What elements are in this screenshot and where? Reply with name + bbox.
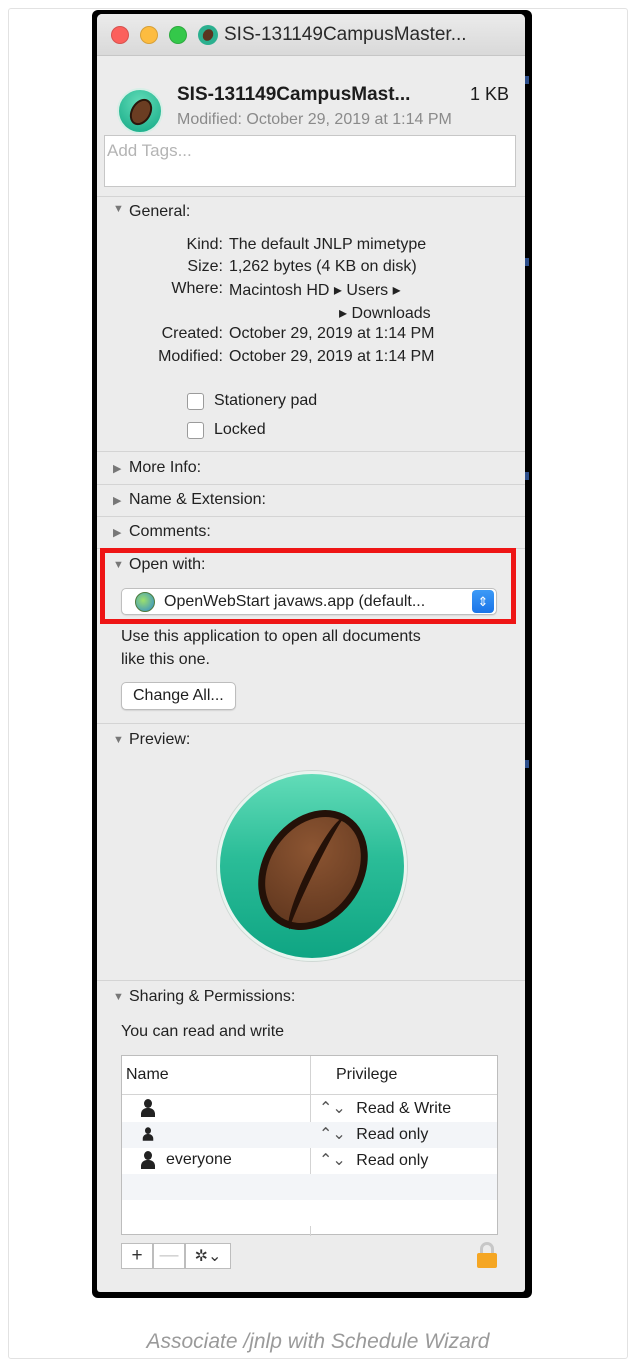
everyone-group-icon bbox=[138, 1150, 158, 1170]
privilege-value: Read & Write bbox=[356, 1100, 452, 1117]
modified-value: October 29, 2019 at 1:14 PM bbox=[229, 348, 435, 365]
section-comments-label: Comments: bbox=[129, 523, 211, 540]
disclosure-closed-icon: ▶ bbox=[113, 462, 122, 475]
where-value: Macintosh HD ▸ Users ▸ bbox=[229, 282, 401, 299]
get-info-window: SIS-131149CampusMaster... SIS-131149Camp… bbox=[97, 14, 525, 1292]
stationery-pad-checkbox[interactable] bbox=[187, 392, 204, 410]
divider bbox=[97, 196, 525, 197]
section-general[interactable]: ▼ bbox=[113, 203, 129, 215]
locked-option[interactable]: Locked bbox=[187, 421, 266, 439]
window-title: SIS-131149CampusMaster... bbox=[224, 23, 467, 45]
privilege-cell[interactable]: ⌃⌄ Read only bbox=[319, 1124, 428, 1144]
table-row[interactable]: ⌃⌄ Read only bbox=[122, 1122, 497, 1148]
size-label: Size: bbox=[187, 258, 223, 275]
coffee-bean-icon bbox=[125, 94, 157, 130]
divider bbox=[97, 980, 525, 981]
section-general-heading: General: bbox=[129, 203, 191, 220]
sharing-status: You can read and write bbox=[121, 1023, 285, 1040]
table-row-empty bbox=[122, 1200, 497, 1226]
section-name-extension-label: Name & Extension: bbox=[129, 491, 266, 508]
modified-date: Modified: October 29, 2019 at 1:14 PM bbox=[177, 111, 452, 128]
section-more-info[interactable]: ▶ More Info: bbox=[113, 459, 201, 477]
section-name-extension[interactable]: ▶ Name & Extension: bbox=[113, 491, 266, 509]
table-row-empty bbox=[122, 1174, 497, 1200]
privilege-cell[interactable]: ⌃⌄ Read & Write bbox=[319, 1098, 451, 1118]
section-more-info-label: More Info: bbox=[129, 459, 202, 476]
locked-checkbox[interactable] bbox=[187, 421, 204, 439]
where-value-continued: ▸ Downloads bbox=[339, 305, 431, 322]
created-value: October 29, 2019 at 1:14 PM bbox=[229, 325, 435, 342]
minimize-button[interactable] bbox=[140, 25, 158, 44]
disclosure-open-icon: ▼ bbox=[113, 991, 124, 1003]
disclosure-open-icon: ▼ bbox=[113, 734, 124, 746]
user-cell bbox=[138, 1124, 166, 1144]
privilege-value: Read only bbox=[356, 1152, 429, 1169]
background-window-edge bbox=[525, 258, 529, 266]
lock-icon[interactable] bbox=[477, 1242, 497, 1268]
stationery-pad-option[interactable]: Stationery pad bbox=[187, 392, 317, 410]
privilege-value: Read only bbox=[356, 1126, 429, 1143]
section-comments[interactable]: ▶ Comments: bbox=[113, 523, 211, 541]
file-header: SIS-131149CampusMast... 1 KB Modified: O… bbox=[97, 56, 525, 138]
column-header-name[interactable]: Name bbox=[122, 1056, 310, 1094]
section-preview-label: Preview: bbox=[129, 731, 191, 748]
divider bbox=[97, 516, 525, 517]
open-with-description: Use this application to open all documen… bbox=[121, 625, 421, 671]
disclosure-closed-icon: ▶ bbox=[113, 494, 122, 507]
add-user-button[interactable]: + bbox=[121, 1243, 153, 1269]
divider bbox=[97, 723, 525, 724]
locked-label: Locked bbox=[214, 421, 266, 438]
where-label: Where: bbox=[171, 280, 223, 297]
header-divider bbox=[122, 1094, 497, 1095]
user-name: everyone bbox=[166, 1151, 232, 1168]
permissions-toolbar: + — ✲⌄ bbox=[121, 1243, 231, 1269]
title-bar: SIS-131149CampusMaster... bbox=[97, 14, 525, 56]
user-cell bbox=[138, 1098, 166, 1118]
zoom-button[interactable] bbox=[169, 25, 187, 44]
modified-label: Modified: bbox=[158, 348, 223, 365]
section-sharing-label: Sharing & Permissions: bbox=[129, 988, 296, 1005]
disclosure-open-icon: ▼ bbox=[113, 203, 124, 215]
file-size: 1 KB bbox=[469, 84, 509, 104]
change-all-button[interactable]: Change All... bbox=[121, 682, 236, 710]
coffee-bean-icon bbox=[235, 788, 391, 952]
tags-field[interactable] bbox=[104, 135, 516, 187]
file-name: SIS-131149CampusMast... bbox=[177, 84, 411, 105]
kind-value: The default JNLP mimetype bbox=[229, 236, 427, 253]
open-with-description-line-2: like this one. bbox=[121, 651, 210, 668]
gear-menu-button[interactable]: ✲⌄ bbox=[185, 1243, 231, 1269]
preview-image bbox=[217, 771, 407, 961]
divider bbox=[97, 451, 525, 452]
figure-caption: Associate /jnlp with Schedule Wizard bbox=[146, 1330, 490, 1353]
created-label: Created: bbox=[161, 325, 223, 342]
table-row[interactable]: everyone ⌃⌄ Read only bbox=[122, 1148, 497, 1174]
coffee-bean-icon bbox=[198, 24, 218, 45]
updown-chevron-icon: ⌃⌄ bbox=[319, 1126, 346, 1143]
permissions-table: Name Privilege ⌃⌄ Read & Write ⌃⌄ Read o… bbox=[121, 1055, 498, 1236]
user-cell: everyone bbox=[138, 1150, 232, 1170]
disclosure-closed-icon: ▶ bbox=[113, 526, 122, 539]
table-row[interactable]: ⌃⌄ Read & Write bbox=[122, 1096, 497, 1122]
section-preview[interactable]: ▼ Preview: bbox=[113, 731, 190, 749]
single-user-icon bbox=[138, 1098, 158, 1118]
background-window-edge bbox=[525, 76, 529, 84]
column-header-privilege[interactable]: Privilege bbox=[310, 1056, 498, 1094]
close-button[interactable] bbox=[111, 25, 129, 44]
background-window-edge bbox=[525, 472, 529, 480]
kind-label: Kind: bbox=[186, 236, 223, 253]
remove-user-button[interactable]: — bbox=[153, 1243, 185, 1269]
section-sharing[interactable]: ▼ Sharing & Permissions: bbox=[113, 988, 295, 1006]
open-with-description-line-1: Use this application to open all documen… bbox=[121, 628, 421, 645]
highlight-box bbox=[100, 548, 516, 624]
updown-chevron-icon: ⌃⌄ bbox=[319, 1152, 346, 1169]
updown-chevron-icon: ⌃⌄ bbox=[319, 1100, 346, 1117]
tags-input[interactable] bbox=[105, 136, 515, 166]
privilege-cell[interactable]: ⌃⌄ Read only bbox=[319, 1150, 428, 1170]
background-window-edge bbox=[525, 760, 529, 768]
divider bbox=[97, 484, 525, 485]
file-icon bbox=[117, 88, 163, 134]
group-icon bbox=[141, 1127, 156, 1142]
size-value: 1,262 bytes (4 KB on disk) bbox=[229, 258, 417, 275]
stationery-pad-label: Stationery pad bbox=[214, 392, 318, 409]
